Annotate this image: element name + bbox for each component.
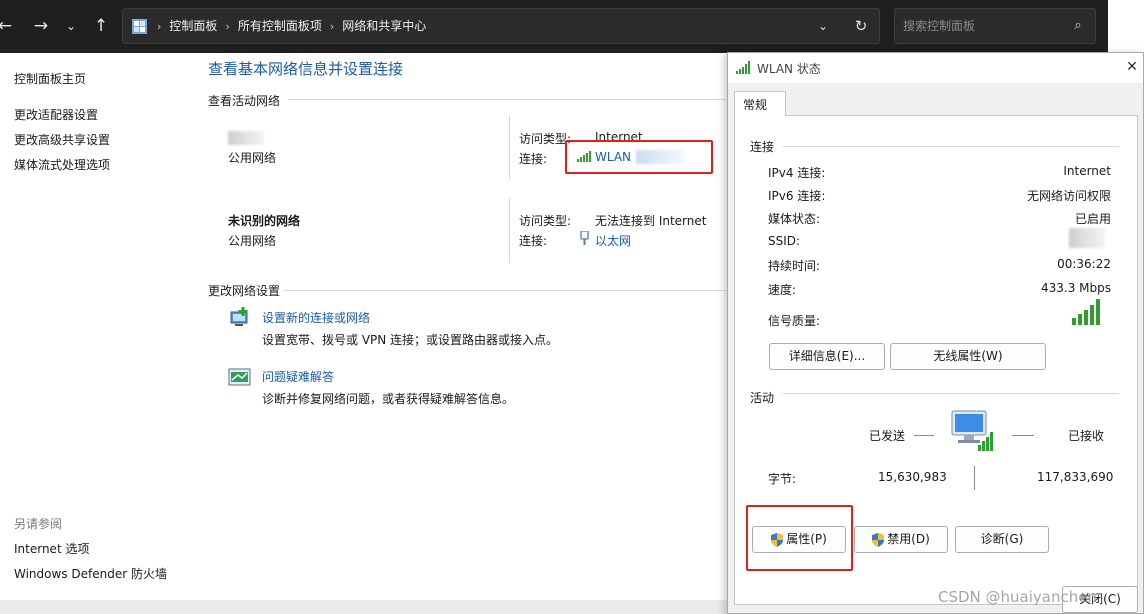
ethernet-connection-link[interactable]: 以太网	[595, 232, 631, 249]
speed-label: 速度:	[768, 283, 797, 297]
close-icon[interactable]: ✕	[1124, 59, 1140, 75]
media-state-value: 已启用	[1074, 212, 1111, 226]
breadcrumb: › 控制面板 › 所有控制面板项 › 网络和共享中心	[157, 9, 426, 43]
divider	[914, 435, 934, 436]
task-description: 诊断并修复网络问题，或者获得疑难解答信息。	[262, 392, 515, 406]
sent-label: 已发送	[869, 429, 906, 443]
nav-windows-firewall[interactable]: Windows Defender 防火墙	[14, 565, 167, 582]
speed-value: 433.3 Mbps	[1040, 281, 1111, 295]
search-input[interactable]	[903, 17, 1063, 35]
new-connection-icon	[230, 307, 248, 326]
ipv6-label: IPv6 连接:	[768, 189, 826, 203]
disable-button[interactable]: 禁用(D)	[854, 526, 948, 553]
disable-button-label: 禁用(D)	[887, 532, 930, 546]
connection-heading: 连接	[750, 140, 775, 154]
ipv4-label: IPv4 连接:	[768, 166, 826, 180]
bytes-label: 字节:	[768, 472, 797, 486]
received-label: 已接收	[1068, 429, 1105, 443]
signal-quality-icon	[1072, 299, 1100, 325]
troubleshoot-icon	[228, 368, 251, 386]
breadcrumb-item[interactable]: 控制面板	[169, 19, 217, 33]
change-settings-heading: 更改网络设置	[208, 284, 281, 298]
network-computer-icon	[951, 410, 993, 451]
ssid-label: SSID:	[768, 234, 801, 248]
dialog-title: WLAN 状态	[757, 62, 821, 76]
refresh-icon[interactable]: ↻	[851, 16, 871, 36]
network-name: 未识别的网络	[228, 214, 301, 228]
up-arrow-icon[interactable]: ↑	[90, 14, 112, 38]
activity-heading: 活动	[750, 391, 775, 405]
bytes-sent-value: 15,630,983	[878, 470, 947, 484]
divider	[1012, 435, 1034, 436]
search-box[interactable]: ⌕	[894, 8, 1096, 44]
search-icon[interactable]: ⌕	[1069, 17, 1087, 35]
page-title: 查看基本网络信息并设置连接	[208, 60, 404, 78]
forward-arrow-icon[interactable]: →	[30, 14, 52, 38]
see-also-heading: 另请参阅	[14, 517, 63, 531]
troubleshoot-link[interactable]: 问题疑难解答	[262, 368, 334, 385]
divider	[509, 198, 510, 263]
uac-shield-icon	[872, 532, 885, 547]
access-type-label: 访问类型:	[519, 214, 572, 228]
ipv6-value: 无网络访问权限	[1026, 189, 1111, 203]
connection-label: 连接:	[519, 152, 548, 166]
network-name-redacted	[228, 131, 264, 145]
setup-new-connection-link[interactable]: 设置新的连接或网络	[262, 309, 370, 326]
wifi-signal-icon	[736, 61, 750, 74]
network-category: 公用网络	[228, 234, 277, 248]
address-toolbar: ← → ⌄ ↑ › 控制面板 › 所有控制面板项 › 网络和共享中心 ⌄ ↻ ⌕	[0, 0, 1108, 53]
divider	[288, 99, 726, 100]
divider	[974, 466, 975, 490]
wlan-status-dialog: WLAN 状态 ✕ 常规 连接 IPv4 连接: Internet IPv6 连…	[727, 52, 1144, 614]
breadcrumb-chevron-icon[interactable]: ›	[225, 10, 229, 44]
breadcrumb-item[interactable]: 所有控制面板项	[238, 19, 322, 33]
ssid-redacted	[1069, 228, 1105, 248]
back-arrow-icon[interactable]: ←	[0, 14, 16, 38]
control-panel-icon	[132, 19, 147, 34]
breadcrumb-chevron-icon[interactable]: ›	[330, 10, 334, 44]
tab-general[interactable]: 常规	[734, 91, 786, 116]
nav-media-streaming[interactable]: 媒体流式处理选项	[14, 156, 110, 173]
breadcrumb-item[interactable]: 网络和共享中心	[342, 19, 426, 33]
ethernet-icon	[580, 231, 589, 245]
address-bar[interactable]: › 控制面板 › 所有控制面板项 › 网络和共享中心 ⌄ ↻	[122, 8, 880, 44]
nav-internet-options[interactable]: Internet 选项	[14, 540, 89, 557]
background-window-strip	[0, 600, 727, 614]
access-type-value: 无法连接到 Internet	[595, 214, 707, 228]
divider	[509, 115, 510, 180]
address-dropdown-icon[interactable]: ⌄	[813, 16, 833, 36]
breadcrumb-chevron-icon[interactable]: ›	[157, 10, 161, 44]
nav-change-advanced-sharing[interactable]: 更改高级共享设置	[14, 131, 110, 148]
signal-quality-label: 信号质量:	[768, 314, 821, 328]
nav-change-adapter-settings[interactable]: 更改适配器设置	[14, 106, 98, 123]
highlight-box	[565, 140, 713, 174]
divider	[284, 290, 726, 291]
connection-label: 连接:	[519, 234, 548, 248]
network-category: 公用网络	[228, 151, 277, 165]
task-description: 设置宽带、拨号或 VPN 连接；或设置路由器或接入点。	[262, 333, 559, 347]
divider	[783, 146, 1119, 147]
media-state-label: 媒体状态:	[768, 212, 821, 226]
active-networks-heading: 查看活动网络	[208, 94, 281, 108]
recent-locations-chevron-icon[interactable]: ⌄	[60, 14, 82, 38]
nav-control-panel-home[interactable]: 控制面板主页	[14, 70, 86, 87]
highlight-box	[746, 505, 853, 571]
diagnose-button[interactable]: 诊断(G)	[955, 526, 1049, 553]
wireless-properties-button[interactable]: 无线属性(W)	[890, 343, 1046, 370]
bytes-received-value: 117,833,690	[1037, 470, 1114, 484]
access-type-label: 访问类型:	[519, 132, 572, 146]
duration-label: 持续时间:	[768, 259, 821, 273]
details-button[interactable]: 详细信息(E)...	[769, 343, 885, 370]
ipv4-value: Internet	[1063, 164, 1111, 178]
duration-value: 00:36:22	[1057, 257, 1111, 271]
divider	[783, 393, 1119, 394]
watermark: CSDN @huaiyanchen	[938, 588, 1097, 606]
dialog-titlebar[interactable]: WLAN 状态 ✕	[728, 53, 1143, 83]
